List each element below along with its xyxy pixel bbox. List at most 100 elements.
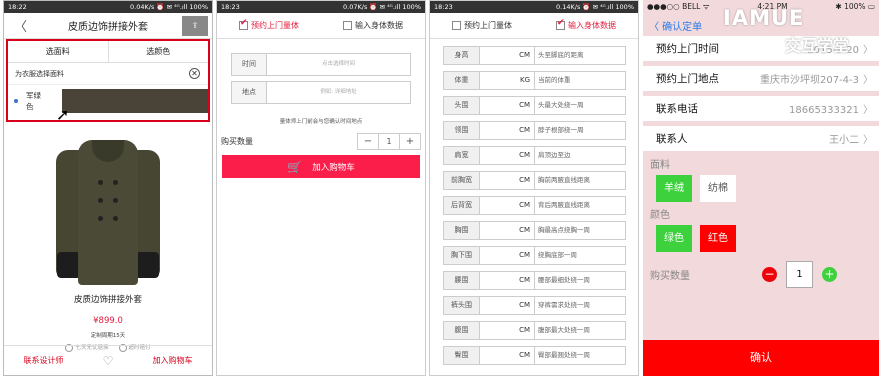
checkbox-body-data-label: 输入身体数据 — [355, 21, 403, 30]
address-input[interactable]: 例如: 详细地址 — [267, 82, 410, 103]
checkbox-body-data[interactable]: 输入身体数据 — [343, 20, 403, 31]
confirm-note: 量体师上门前会与您确认时间地点 — [279, 119, 363, 125]
share-icon[interactable]: ⇪ — [182, 16, 208, 36]
color-swatch[interactable] — [62, 89, 208, 113]
measurement-input[interactable]: CM — [480, 347, 535, 364]
back-button[interactable]: 〈 确认定单 — [649, 18, 702, 33]
add-to-cart-button[interactable]: 加入购物车 — [152, 355, 192, 366]
measurement-row[interactable]: 身高 CM 头至脚底的距离 — [443, 46, 626, 65]
measurement-input[interactable]: CM — [480, 122, 535, 139]
status-carrier: ●●●○○ BELL ᯤ — [647, 2, 710, 11]
measurement-label: 前胸宽 — [444, 172, 480, 189]
measurement-input[interactable]: CM — [480, 147, 535, 164]
minus-button[interactable]: − — [358, 134, 378, 149]
fabric-label: 面料 — [650, 160, 670, 171]
status-bar: 18:22 0.04K/s ⏰ ✉ ⁴ᴳ.ıll 100% — [4, 1, 212, 13]
order-info-value: 重庆市沙坪坝207-4-3 — [759, 75, 859, 86]
checkbox-appointment-label: 预约上门量体 — [464, 21, 512, 30]
time-label: 时间 — [232, 54, 267, 75]
appointment-screen: 18:23 0.07K/s ⏰ ✉ ⁴ᴳ.ıll 100% 预约上门量体 输入身… — [216, 0, 426, 376]
plus-button[interactable]: + — [822, 267, 837, 282]
order-info-label: 联系电话 — [656, 103, 698, 115]
add-to-cart-button[interactable]: 🛒 加入购物车 — [222, 155, 420, 178]
measurement-hint: 胸最高点绕胸一周 — [538, 226, 590, 234]
order-info-row[interactable]: 联系电话 18665333321 〉 — [643, 96, 879, 121]
status-time: 18:23 — [434, 3, 453, 11]
contact-designer-button[interactable]: 联系设计师 — [24, 355, 64, 366]
nav-header: 〈 皮质边饰拼接外套 ⇪ — [4, 13, 212, 39]
measurement-row[interactable]: 腹围 CM 腹部最大处绕一周 — [443, 321, 626, 340]
fabric-hint: 为衣服选择面料 — [15, 69, 64, 78]
measurement-row[interactable]: 裤头围 CM 穿裤需求处绕一周 — [443, 296, 626, 315]
time-field[interactable]: 时间 点击选择时间 — [231, 53, 411, 76]
measurement-label: 胸围 — [444, 222, 480, 239]
measurement-label: 头围 — [444, 97, 480, 114]
measurement-hint: 头最大处绕一周 — [538, 101, 584, 109]
fabric-option-cashmere[interactable]: 羊绒 — [656, 175, 692, 202]
measurement-hint: 背后两腋直线距离 — [538, 201, 590, 209]
measurement-row[interactable]: 后背宽 CM 背后两腋直线距离 — [443, 196, 626, 215]
measurement-input[interactable]: CM — [480, 247, 535, 264]
page-title: 皮质边饰拼接外套 — [68, 22, 148, 33]
tab-color[interactable]: 选颜色 — [109, 41, 209, 62]
status-battery: ✱ 100% ▭ — [835, 2, 875, 11]
measurement-row[interactable]: 领围 CM 脖子根部绕一周 — [443, 121, 626, 140]
checkbox-body-data-label: 输入身体数据 — [568, 21, 616, 30]
measurement-row[interactable]: 头围 CM 头最大处绕一周 — [443, 96, 626, 115]
measurement-input[interactable]: CM — [480, 297, 535, 314]
checkbox-appointment[interactable]: 预约上门量体 — [452, 20, 512, 31]
order-info-row[interactable]: 联系人 王小二〉 — [643, 126, 879, 151]
add-to-cart-label: 加入购物车 — [312, 162, 355, 173]
coat-button — [98, 216, 103, 221]
measurement-input[interactable]: CM — [480, 47, 535, 64]
measurement-row[interactable]: 臀围 CM 臀部最翘处绕一周 — [443, 346, 626, 365]
color-option-green[interactable]: 绿色 — [656, 225, 692, 252]
checkbox-appointment[interactable]: 预约上门量体 — [239, 18, 299, 31]
confirm-button[interactable]: 确认 — [643, 340, 879, 376]
measurement-label: 肩宽 — [444, 147, 480, 164]
measurement-input[interactable]: CM — [480, 172, 535, 189]
measurement-row[interactable]: 胸围 CM 胸最高点绕胸一周 — [443, 221, 626, 240]
checkbox-body-data[interactable]: 输入身体数据 — [556, 18, 616, 31]
minus-button[interactable]: − — [762, 267, 777, 282]
bottom-action-bar: 联系设计师 ♡ 加入购物车 — [4, 345, 212, 375]
clear-icon[interactable]: ✕ — [189, 68, 200, 79]
quantity-row: 购买数量 − 1 + — [217, 133, 425, 150]
measurement-input[interactable]: CM — [480, 222, 535, 239]
measurement-input[interactable]: CM — [480, 97, 535, 114]
quantity-stepper[interactable]: − 1 + — [357, 133, 421, 150]
back-icon[interactable]: 〈 — [14, 16, 27, 35]
measurement-label: 臀围 — [444, 347, 480, 364]
measurement-list: 身高 CM 头至脚底的距离 体重 KG 当前的体重 头围 CM 头最大处绕一周 领围 CM 脖子根部绕… — [430, 46, 638, 365]
measurement-row[interactable]: 体重 KG 当前的体重 — [443, 71, 626, 90]
measurement-input[interactable]: CM — [480, 322, 535, 339]
checked-icon — [556, 18, 565, 30]
measurement-row[interactable]: 肩宽 CM 肩顶边至边 — [443, 146, 626, 165]
product-price: ¥899.0 — [93, 316, 123, 326]
watermark-logo: IAMUE — [723, 6, 805, 30]
plus-button[interactable]: + — [400, 134, 420, 149]
color-option[interactable]: 军绿色 — [8, 85, 208, 117]
tab-fabric[interactable]: 选面料 — [8, 41, 109, 62]
measurement-row[interactable]: 前胸宽 CM 胸前两腋直线距离 — [443, 171, 626, 190]
measurement-hint: 绕胸底部一周 — [538, 251, 577, 259]
product-info: 皮质边饰拼接外套 ¥899.0 定制周期15天 七天无忧退换 超时赔付 — [4, 293, 212, 352]
order-info-row[interactable]: 预约上门地点 重庆市沙坪坝207-4-3 〉 — [643, 66, 879, 91]
measurement-row[interactable]: 腰围 CM 腰部最细处绕一周 — [443, 271, 626, 290]
measurement-row[interactable]: 胸下围 CM 绕胸底部一周 — [443, 246, 626, 265]
color-option-red[interactable]: 红色 — [700, 225, 736, 252]
measurement-input[interactable]: CM — [480, 272, 535, 289]
status-time: 18:22 — [8, 3, 27, 11]
product-image[interactable] — [56, 140, 160, 285]
mouse-cursor-icon: ➚ — [56, 105, 70, 124]
heart-icon[interactable]: ♡ — [103, 354, 114, 368]
unchecked-icon — [452, 21, 461, 30]
fabric-option-cotton[interactable]: 纺棉 — [700, 175, 736, 202]
quantity-value[interactable]: 1 — [786, 261, 813, 288]
quantity-value[interactable]: 1 — [378, 134, 400, 149]
time-input[interactable]: 点击选择时间 — [267, 54, 410, 75]
address-field[interactable]: 地点 例如: 详细地址 — [231, 81, 411, 104]
measurement-input[interactable]: KG — [480, 72, 535, 89]
order-info-value: 王小二 — [829, 135, 859, 146]
measurement-input[interactable]: CM — [480, 197, 535, 214]
